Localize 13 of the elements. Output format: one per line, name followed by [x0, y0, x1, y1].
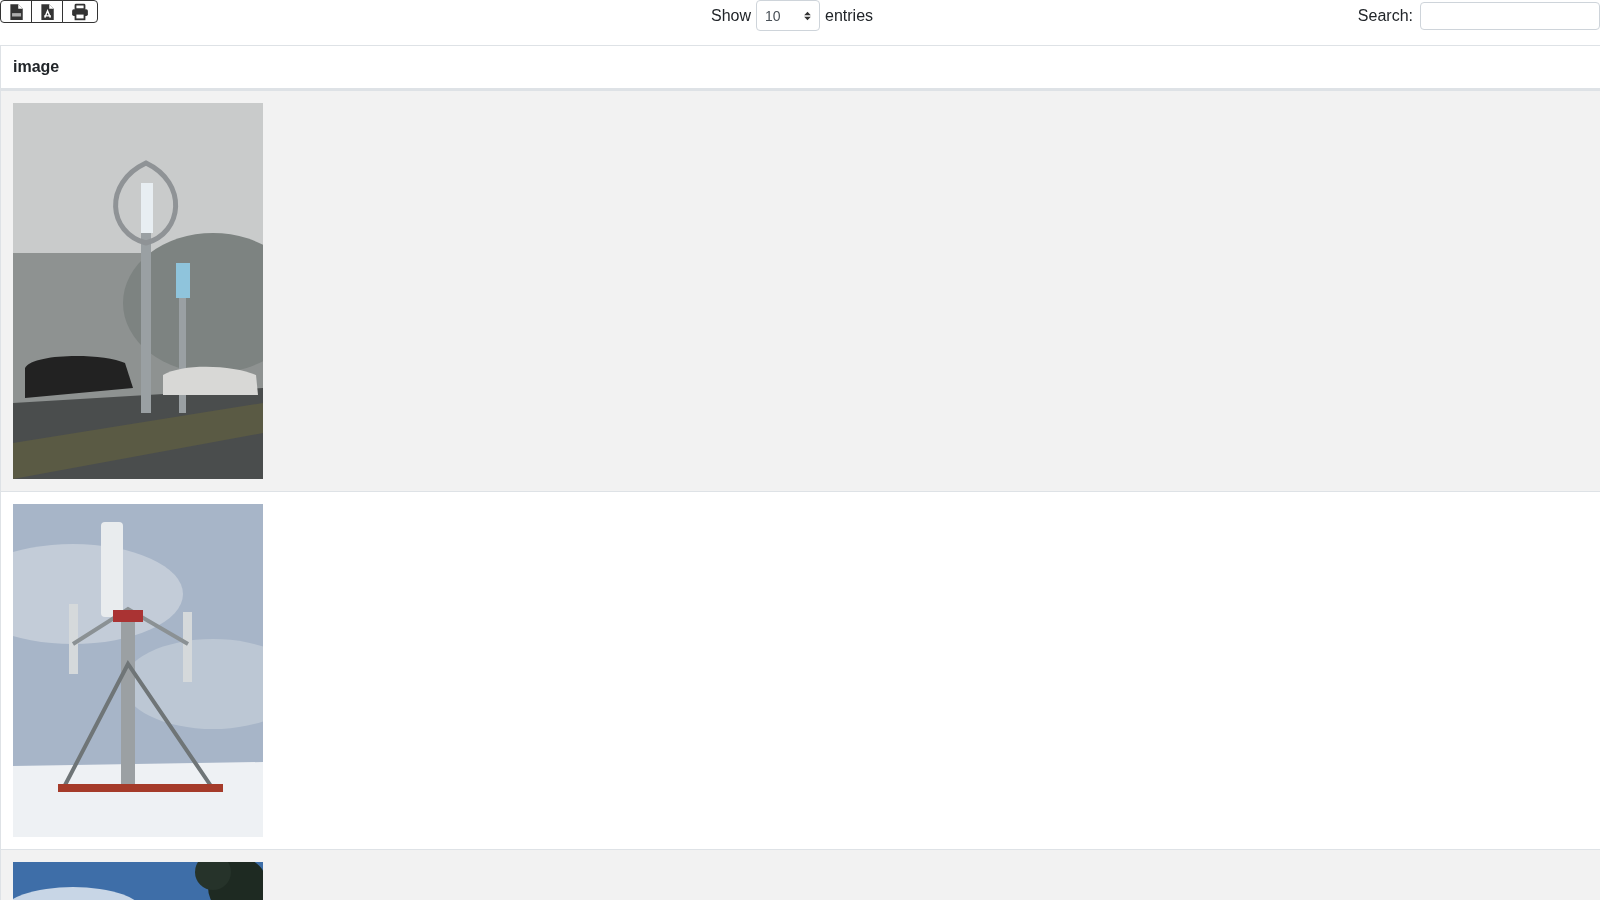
- search-label: Search:: [1357, 6, 1413, 25]
- export-button[interactable]: [31, 0, 63, 23]
- sort-arrows-icon: [804, 10, 811, 21]
- print-button[interactable]: [62, 0, 98, 23]
- file-icon: [38, 2, 56, 21]
- column-header[interactable]: image: [1, 46, 72, 88]
- search-field[interactable]: [1420, 1, 1600, 30]
- entries-select[interactable]: 10: [756, 0, 820, 31]
- export-button[interactable]: [0, 0, 32, 23]
- file-icon: [7, 2, 25, 21]
- print-icon: [71, 2, 89, 21]
- show-label: Show: [710, 6, 751, 25]
- entries-label: entries: [825, 6, 874, 25]
